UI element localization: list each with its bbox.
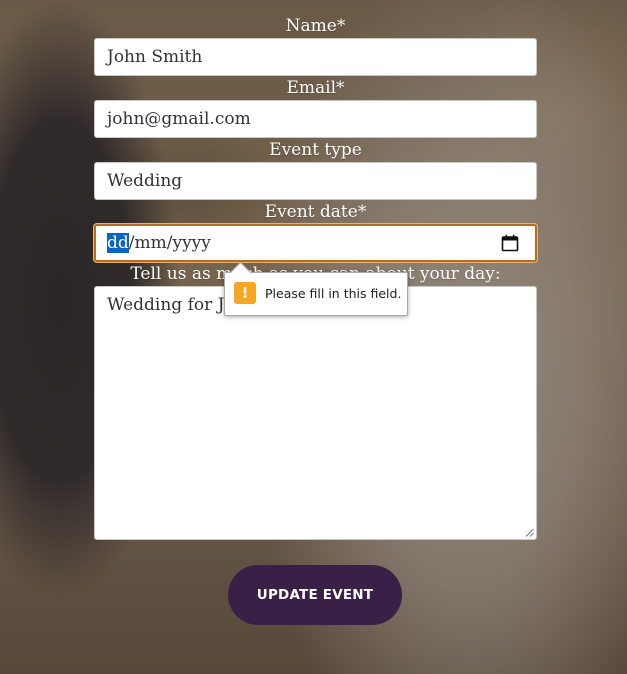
- details-textarea[interactable]: Wedding for John and Jane: [94, 286, 537, 540]
- event-date-day-segment[interactable]: dd: [107, 233, 129, 253]
- name-field[interactable]: John Smith: [94, 38, 537, 76]
- event-date-field[interactable]: dd/mm/yyyy: [94, 224, 537, 262]
- validation-tooltip: ! Please fill in this field.: [224, 261, 408, 316]
- event-type-label: Event type: [269, 140, 362, 160]
- email-field[interactable]: john@gmail.com: [94, 100, 537, 138]
- email-label: Email*: [286, 78, 345, 98]
- event-date-label: Event date*: [264, 202, 367, 222]
- name-label: Name*: [285, 16, 346, 36]
- validation-message: Please fill in this field.: [265, 286, 402, 301]
- calendar-icon[interactable]: [501, 234, 519, 252]
- event-type-field[interactable]: Wedding: [94, 162, 537, 200]
- update-event-button[interactable]: UPDATE EVENT: [228, 565, 402, 625]
- resize-handle-icon[interactable]: [525, 528, 534, 537]
- warning-icon: !: [234, 282, 256, 304]
- event-date-rest: /mm/yyyy: [128, 233, 211, 253]
